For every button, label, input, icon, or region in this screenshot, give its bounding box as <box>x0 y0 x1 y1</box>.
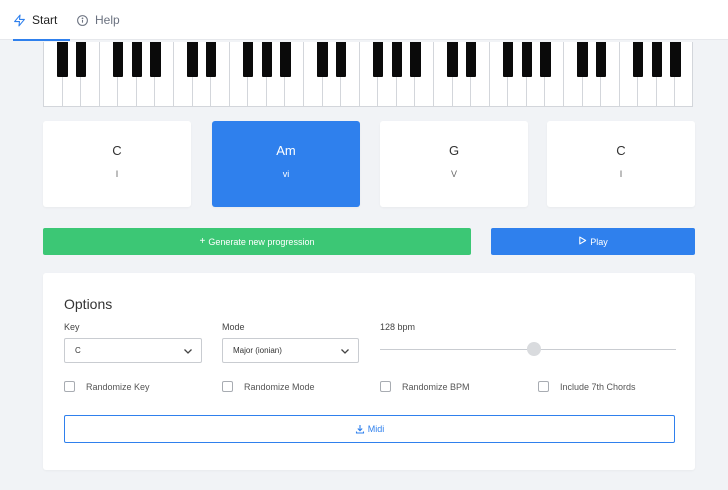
randomize-bpm-label: Randomize BPM <box>402 381 470 392</box>
play-icon <box>578 236 587 248</box>
piano-black-key[interactable] <box>391 42 402 77</box>
chord-card-3[interactable]: G V <box>380 121 528 207</box>
randomize-mode-checkbox[interactable]: Randomize Mode <box>222 381 315 392</box>
piano-black-key[interactable] <box>280 42 291 77</box>
piano-black-key[interactable] <box>410 42 421 77</box>
chord-roman-numeral: I <box>115 169 119 179</box>
midi-download-button[interactable]: Midi <box>64 415 675 443</box>
chord-roman-numeral: vi <box>282 169 290 179</box>
chord-card-2[interactable]: Am vi <box>212 121 360 207</box>
piano-black-key[interactable] <box>261 42 272 77</box>
piano-black-key[interactable] <box>503 42 514 77</box>
piano-black-key[interactable] <box>317 42 328 77</box>
piano-black-key[interactable] <box>187 42 198 77</box>
tab-help-label: Help <box>95 13 120 27</box>
mode-select-value: Major (ionian) <box>233 346 282 355</box>
generate-progression-button[interactable]: + Generate new progression <box>43 228 471 255</box>
mode-label: Mode <box>222 322 245 332</box>
piano-black-key[interactable] <box>633 42 644 77</box>
info-circle-icon <box>76 14 89 27</box>
piano-black-key[interactable] <box>150 42 161 77</box>
chord-name: G <box>448 143 460 158</box>
chevron-down-icon <box>183 346 193 356</box>
randomize-key-label: Randomize Key <box>86 381 150 392</box>
piano-black-key[interactable] <box>670 42 681 77</box>
download-icon <box>355 424 365 434</box>
checkbox-box[interactable] <box>380 381 391 392</box>
piano-black-key[interactable] <box>521 42 532 77</box>
chord-card-4[interactable]: C I <box>547 121 695 207</box>
piano-black-key[interactable] <box>76 42 87 77</box>
tab-start-label: Start <box>32 13 58 27</box>
include-7th-chords-checkbox[interactable]: Include 7th Chords <box>538 381 636 392</box>
checkbox-box[interactable] <box>538 381 549 392</box>
piano-black-key[interactable] <box>373 42 384 77</box>
piano-black-key[interactable] <box>206 42 217 77</box>
piano-black-key[interactable] <box>447 42 458 77</box>
key-label: Key <box>64 322 80 332</box>
mode-select[interactable]: Major (ionian) <box>222 338 359 363</box>
options-title: Options <box>64 296 113 312</box>
key-select-value: C <box>75 346 81 355</box>
piano-black-key[interactable] <box>651 42 662 77</box>
include-7th-chords-label: Include 7th Chords <box>560 381 636 392</box>
top-navigation: Start Help <box>0 0 728 41</box>
chord-name: C <box>112 143 122 158</box>
plus-icon: + <box>199 236 206 247</box>
options-panel: Options Key C Mode Major (ionian) 128 bp… <box>43 273 695 470</box>
checkbox-box[interactable] <box>222 381 233 392</box>
generate-progression-label: Generate new progression <box>208 236 315 247</box>
piano-black-key[interactable] <box>131 42 142 77</box>
tab-help[interactable]: Help <box>76 0 120 40</box>
chord-card-1[interactable]: C I <box>43 121 191 207</box>
piano-black-key[interactable] <box>540 42 551 77</box>
piano-black-key[interactable] <box>113 42 124 77</box>
piano-black-key[interactable] <box>336 42 347 77</box>
play-label: Play <box>590 236 608 247</box>
chevron-down-icon <box>340 346 350 356</box>
chord-roman-numeral: I <box>619 169 623 179</box>
piano-black-key[interactable] <box>243 42 254 77</box>
piano-black-key[interactable] <box>57 42 68 77</box>
key-select[interactable]: C <box>64 338 202 363</box>
bpm-slider-thumb[interactable] <box>527 342 541 356</box>
play-button[interactable]: Play <box>491 228 695 255</box>
checkbox-box[interactable] <box>64 381 75 392</box>
chord-name: Am <box>276 143 296 158</box>
piano-black-key[interactable] <box>577 42 588 77</box>
midi-label: Midi <box>367 424 385 434</box>
randomize-mode-label: Randomize Mode <box>244 381 315 392</box>
randomize-key-checkbox[interactable]: Randomize Key <box>64 381 150 392</box>
piano-keyboard[interactable] <box>43 42 693 107</box>
piano-black-key[interactable] <box>466 42 477 77</box>
bpm-label: 128 bpm <box>380 322 416 332</box>
tab-start[interactable]: Start <box>13 0 71 41</box>
chord-roman-numeral: V <box>450 169 457 179</box>
piano-black-key[interactable] <box>596 42 607 77</box>
randomize-bpm-checkbox[interactable]: Randomize BPM <box>380 381 470 392</box>
lightning-icon <box>13 14 26 27</box>
chord-name: C <box>616 143 626 158</box>
